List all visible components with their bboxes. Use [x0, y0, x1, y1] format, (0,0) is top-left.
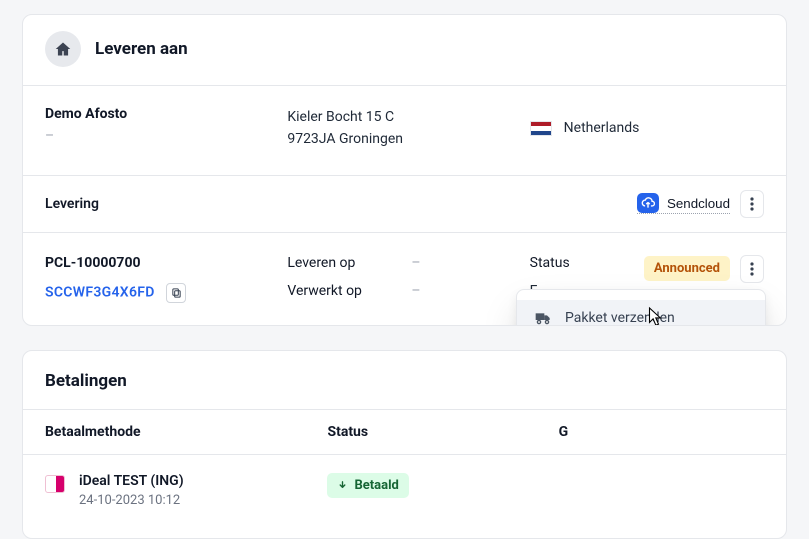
deliver-card: Leveren aan Demo Afosto – Kieler Bocht 1… [22, 14, 787, 326]
col-approved: G [559, 424, 764, 440]
status-badge: Announced [644, 256, 730, 281]
ship-on-label: Leveren op [287, 255, 387, 271]
payments-card: Betalingen Betaalmethode Status G iDeal … [22, 350, 787, 539]
menu-item-send-package[interactable]: Pakket verzenden [517, 300, 765, 326]
deliver-card-header: Leveren aan [23, 15, 786, 85]
paid-label: Betaald [354, 478, 398, 493]
flag-nl-icon [530, 121, 552, 136]
menu-label: Pakket verzenden [565, 310, 675, 326]
address-row: Demo Afosto – Kieler Bocht 15 C 9723JA G… [23, 86, 786, 175]
processed-on-label: Verwerkt op [287, 283, 387, 299]
home-icon [45, 31, 81, 67]
customer-name: Demo Afosto [45, 106, 279, 122]
delivery-label: Levering [45, 196, 99, 212]
cloud-upload-icon [637, 193, 659, 213]
col-status: Status [327, 424, 558, 440]
customer-sub: – [45, 128, 279, 144]
shipment-id-col: PCL-10000700 SCCWF3G4X6FD [45, 255, 279, 303]
sendcloud-button[interactable]: Sendcloud [637, 193, 730, 214]
ship-on-value: – [411, 255, 420, 271]
arrow-down-icon [337, 480, 348, 491]
address-name-col: Demo Afosto – [45, 106, 279, 151]
copy-tracking-button[interactable] [166, 283, 186, 303]
address-lines-col: Kieler Bocht 15 C 9723JA Groningen [287, 106, 521, 151]
status-label: Status [530, 255, 570, 271]
delivery-bar: Levering Sendcloud [23, 176, 786, 232]
paid-badge: Betaald [327, 473, 408, 498]
payment-method-name: iDeal TEST (ING) [79, 473, 184, 489]
shipment-id: PCL-10000700 [45, 255, 279, 271]
shipment-more-button[interactable] [740, 255, 764, 283]
deliver-title: Leveren aan [95, 39, 188, 59]
shipment-row: PCL-10000700 SCCWF3G4X6FD Leveren op – V… [23, 233, 786, 325]
col-method: Betaalmethode [45, 424, 327, 440]
shipment-dates-col: Leveren op – Verwerkt op – [287, 255, 521, 299]
tracking-link[interactable]: SCCWF3G4X6FD [45, 284, 155, 300]
shipment-status-col: Status F Announced Pakket verz [530, 255, 764, 299]
truck-icon [535, 310, 551, 326]
sendcloud-label: Sendcloud [667, 196, 730, 211]
address-line-1: Kieler Bocht 15 C [287, 106, 521, 128]
ideal-logo-icon [45, 475, 65, 493]
payments-thead: Betaalmethode Status G [23, 409, 786, 455]
processed-on-value: – [411, 283, 420, 299]
payment-row: iDeal TEST (ING) 24-10-2023 10:12 Betaal… [23, 455, 786, 538]
payments-title: Betalingen [23, 351, 786, 409]
payment-date: 24-10-2023 10:12 [79, 493, 184, 508]
address-line-2: 9723JA Groningen [287, 128, 521, 150]
country-name: Netherlands [564, 120, 640, 136]
shipment-actions-menu: Pakket verzenden Verzendlabel printen [516, 289, 766, 326]
address-country-col: Netherlands [530, 106, 764, 151]
delivery-more-button[interactable] [740, 190, 764, 218]
